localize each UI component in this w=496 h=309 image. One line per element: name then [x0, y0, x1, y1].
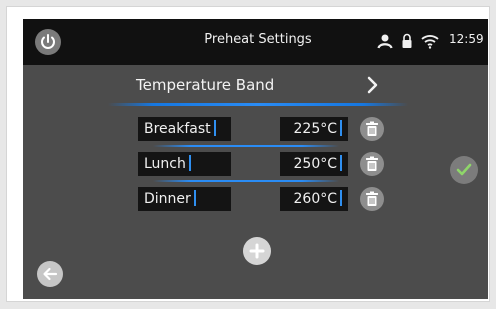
power-icon — [41, 34, 55, 49]
add-band-button[interactable] — [243, 237, 271, 265]
device-frame: Preheat Settings 12:59 Temperature Band — [6, 6, 490, 302]
temperature-text: 260°C — [293, 191, 338, 207]
meal-name-field-dinner[interactable]: Dinner — [138, 187, 231, 211]
temperature-band-label[interactable]: Temperature Band — [136, 76, 274, 94]
text-cursor — [340, 190, 342, 206]
back-button[interactable] — [37, 261, 63, 287]
text-cursor — [340, 155, 342, 171]
band-divider — [108, 103, 408, 106]
temperature-text: 225°C — [293, 121, 338, 137]
meal-name-text: Lunch — [144, 156, 186, 172]
meal-name-field-lunch[interactable]: Lunch — [138, 152, 231, 176]
temperature-text: 250°C — [293, 156, 338, 172]
text-cursor — [188, 155, 191, 171]
confirm-button[interactable] — [450, 156, 478, 184]
trash-icon — [366, 191, 378, 206]
delete-dinner-button[interactable] — [360, 187, 384, 211]
check-icon — [456, 163, 472, 176]
top-bar: Preheat Settings 12:59 — [23, 19, 488, 65]
temperature-field-dinner[interactable]: 260°C — [280, 187, 348, 211]
user-icon — [377, 34, 393, 49]
trash-icon — [366, 121, 378, 136]
temperature-field-lunch[interactable]: 250°C — [280, 152, 348, 176]
text-cursor — [340, 120, 342, 136]
meal-name-text: Dinner — [144, 191, 191, 207]
page-title: Preheat Settings — [204, 32, 312, 47]
trash-icon — [366, 156, 378, 171]
plus-icon — [249, 243, 265, 259]
row-divider — [153, 180, 339, 182]
row-divider — [153, 145, 339, 147]
lock-icon — [402, 33, 412, 48]
arrow-left-icon — [43, 267, 58, 281]
wifi-icon — [421, 35, 439, 49]
temperature-field-breakfast[interactable]: 225°C — [280, 117, 348, 141]
delete-breakfast-button[interactable] — [360, 117, 384, 141]
delete-lunch-button[interactable] — [360, 152, 384, 176]
chevron-right-icon[interactable] — [366, 75, 380, 95]
meal-name-text: Breakfast — [144, 121, 211, 137]
text-cursor — [213, 120, 216, 136]
power-button[interactable] — [35, 29, 61, 55]
text-cursor — [193, 190, 196, 206]
clock: 12:59 — [449, 32, 484, 46]
meal-name-field-breakfast[interactable]: Breakfast — [138, 117, 231, 141]
oven-screen: Preheat Settings 12:59 Temperature Band — [23, 19, 488, 299]
